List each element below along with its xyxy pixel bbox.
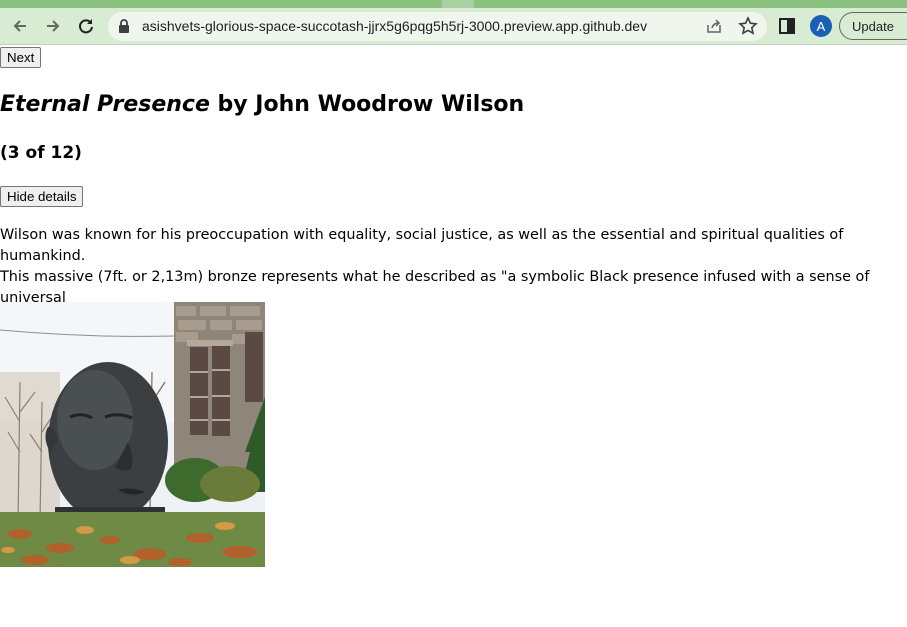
reload-button[interactable] xyxy=(72,12,100,40)
back-button[interactable] xyxy=(6,12,34,40)
lock-icon[interactable] xyxy=(118,18,130,34)
tab-right[interactable] xyxy=(474,0,907,8)
share-icon[interactable] xyxy=(705,17,723,35)
star-icon[interactable] xyxy=(738,16,758,36)
sculpture-image xyxy=(0,302,265,567)
artwork-title: Eternal Presence xyxy=(0,92,210,117)
forward-arrow-icon xyxy=(47,20,60,32)
url-text[interactable]: asishvets-glorious-space-succotash-jjrx5… xyxy=(142,12,647,41)
hide-details-button[interactable]: Hide details xyxy=(0,186,84,207)
browser-toolbar: asishvets-glorious-space-succotash-jjrx5… xyxy=(0,8,907,45)
back-arrow-icon xyxy=(13,20,26,32)
address-bar[interactable]: asishvets-glorious-space-succotash-jjrx5… xyxy=(108,12,767,41)
page-title: Eternal Presence by John Woodrow Wilson xyxy=(0,92,524,117)
forward-button[interactable] xyxy=(39,12,67,40)
side-panel-icon[interactable] xyxy=(778,17,796,35)
tab-strip xyxy=(0,0,907,8)
tab-left[interactable] xyxy=(0,0,442,8)
sculpture-counter: (3 of 12) xyxy=(0,143,82,163)
update-button[interactable]: Update xyxy=(839,12,907,40)
reload-icon xyxy=(79,19,93,34)
next-button[interactable]: Next xyxy=(0,47,42,68)
profile-avatar[interactable]: A xyxy=(810,15,832,37)
artist-byline: by John Woodrow Wilson xyxy=(209,92,525,117)
